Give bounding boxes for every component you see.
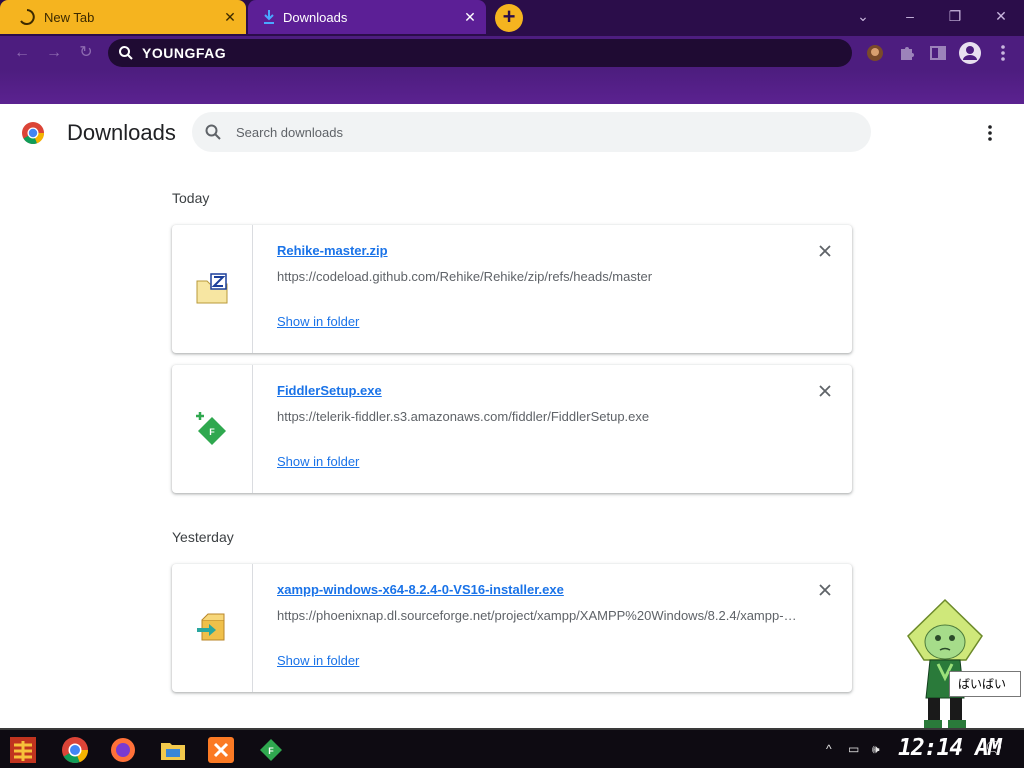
source-url: https://codeload.github.com/Rehike/Rehik… [277,269,653,284]
notifications-icon[interactable]: 🗨 [984,738,1004,758]
tab-title: New Tab [44,10,95,25]
file-explorer-taskbar-icon[interactable] [158,735,188,765]
xampp-taskbar-icon[interactable] [206,735,236,765]
side-panel-icon[interactable] [926,41,950,65]
spinner-icon [20,9,35,25]
search-downloads-input[interactable] [236,122,836,142]
download-icon [264,10,274,24]
search-icon [205,124,221,140]
file-icon-column [172,225,253,353]
close-tab-icon[interactable]: ✕ [222,9,238,25]
firefox-taskbar-icon[interactable] [108,735,138,765]
chrome-taskbar-icon[interactable] [60,735,90,765]
tab-search-icon[interactable]: ⌄ [849,6,877,26]
downloads-header: Downloads [0,104,1024,162]
address-bar[interactable]: YOUNGFAG [108,39,852,67]
theme-banner [0,70,1024,104]
search-downloads-box[interactable] [192,112,871,152]
extensions-puzzle-icon[interactable] [895,41,919,65]
tab-downloads[interactable]: Downloads ✕ [248,0,486,34]
show-in-folder-link[interactable]: Show in folder [277,454,359,469]
close-window-icon[interactable]: ✕ [987,6,1015,26]
search-icon [119,46,133,60]
remove-from-list-icon[interactable] [817,383,833,399]
tab-new-tab[interactable]: New Tab ✕ [0,0,246,34]
volume-icon[interactable]: 🕪 [872,742,880,757]
page-title: Downloads [67,120,176,145]
reload-icon[interactable]: ↻ [76,43,96,63]
show-in-folder-link[interactable]: Show in folder [277,314,359,329]
browser-menu-icon[interactable] [991,41,1015,65]
show-in-folder-link[interactable]: Show in folder [277,653,359,668]
forward-icon[interactable]: → [44,43,64,63]
taskbar: F ^ ▭ 🕪 12:14 AM 🗨 [0,728,1024,768]
section-heading-today: Today [172,190,210,206]
file-name-link[interactable]: FiddlerSetup.exe [277,383,382,398]
download-item: F FiddlerSetup.exe https://telerik-fiddl… [172,365,852,493]
tray-overflow-icon[interactable]: ^ [826,742,832,756]
minimize-icon[interactable]: – [896,6,924,26]
section-heading-yesterday: Yesterday [172,529,234,545]
desktop-mascot-character[interactable] [900,598,990,730]
download-item: Rehike-master.zip https://codeload.githu… [172,225,852,353]
tab-strip: New Tab ✕ Downloads ✕ + ⌄ – ❐ ✕ [0,0,1024,36]
new-tab-button[interactable]: + [495,4,523,32]
mascot-speech-bubble: ばいばい [949,671,1021,697]
start-button-icon[interactable] [8,735,38,765]
restore-icon[interactable]: ❐ [941,6,969,26]
profile-extension-icon[interactable] [863,41,887,65]
source-url: https://phoenixnap.dl.sourceforge.net/pr… [277,608,797,623]
close-tab-icon[interactable]: ✕ [462,9,478,25]
remove-from-list-icon[interactable] [817,243,833,259]
remove-from-list-icon[interactable] [817,582,833,598]
account-avatar-icon[interactable] [958,41,982,65]
chrome-logo-icon [22,122,45,145]
file-name-link[interactable]: Rehike-master.zip [277,243,388,258]
file-name-link[interactable]: xampp-windows-x64-8.2.4-0-VS16-installer… [277,582,564,597]
download-item: xampp-windows-x64-8.2.4-0-VS16-installer… [172,564,852,692]
toolbar: ← → ↻ YOUNGFAG [0,36,1024,70]
svg-text:F: F [268,746,274,756]
zip-archive-icon [196,273,228,304]
fiddler-taskbar-icon[interactable]: F [256,735,286,765]
file-icon-column: F [172,365,253,493]
file-icon-column [172,564,253,692]
back-icon[interactable]: ← [12,43,32,63]
address-bar-text: YOUNGFAG [142,45,227,61]
fiddler-installer-icon: F [196,412,226,445]
installer-package-icon [197,613,225,641]
source-url: https://telerik-fiddler.s3.amazonaws.com… [277,409,650,424]
network-icon[interactable]: ▭ [848,742,859,756]
more-actions-icon[interactable] [980,123,1000,143]
svg-text:F: F [209,427,215,437]
tab-title: Downloads [283,10,348,25]
